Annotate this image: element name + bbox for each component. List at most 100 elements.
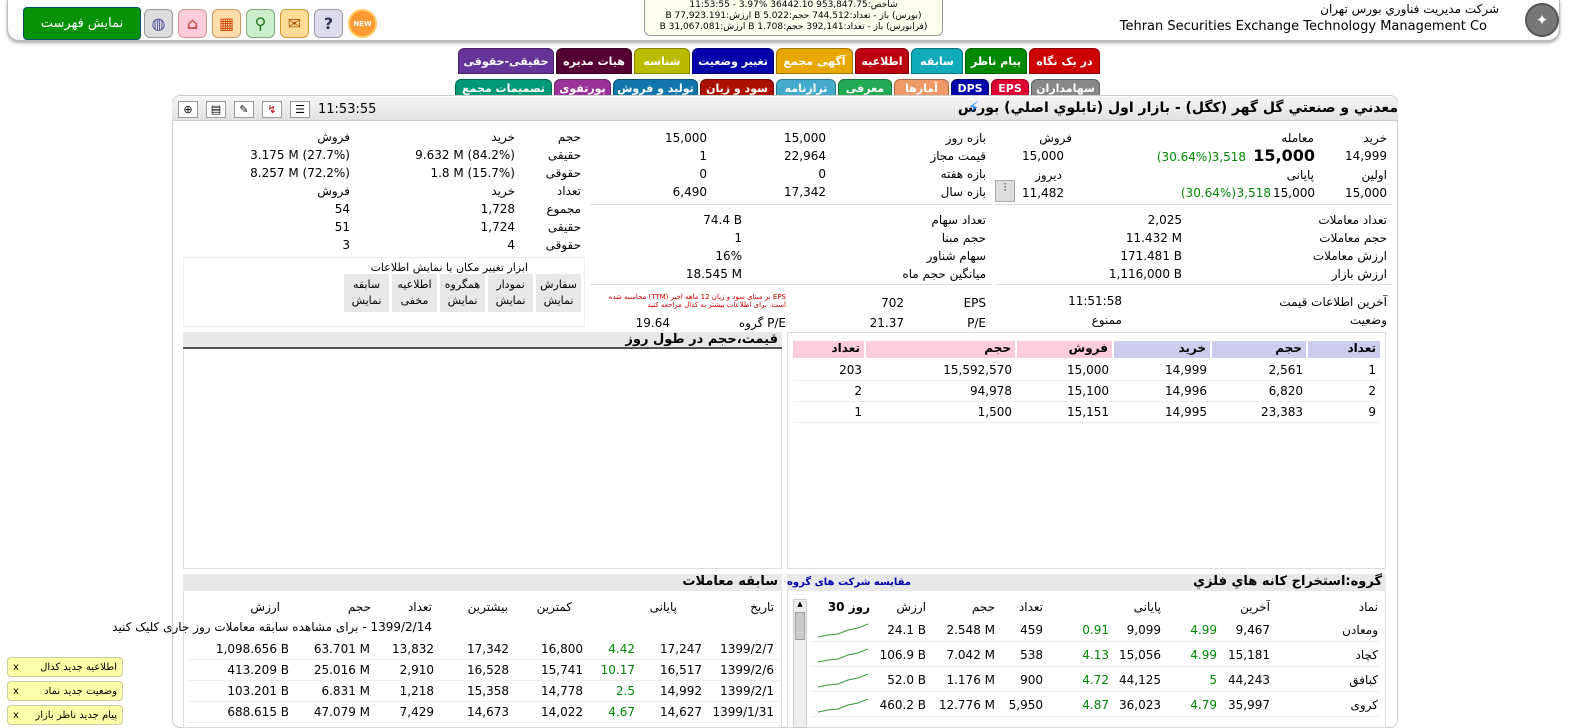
ob-cell: 2 bbox=[854, 384, 862, 398]
hist-cell: 17,342 bbox=[467, 642, 509, 656]
close-icon[interactable]: x bbox=[13, 662, 19, 673]
last-info-time: 11:51:58 bbox=[1068, 294, 1122, 308]
history-header-row: تاریخ پایانی کمترین بیشترین تعداد حجم ار… bbox=[189, 596, 779, 618]
search-icon[interactable]: ⚲ bbox=[246, 9, 275, 38]
label-legal: حقوقی bbox=[545, 166, 581, 180]
company-name-en: Tehran Securities Exchange Technology Ma… bbox=[1119, 19, 1487, 34]
label-base-volume: حجم مبنا bbox=[941, 231, 986, 245]
ob-cell: 1,500 bbox=[977, 405, 1012, 419]
grp-cell[interactable]: کبافق bbox=[1349, 673, 1378, 687]
tab-board[interactable]: هیات مدیره bbox=[556, 48, 632, 74]
ob-cell: 6,820 bbox=[1268, 384, 1303, 398]
history-today-link[interactable]: 1399/2/14 - برای مشاهده سابقه معاملات رو… bbox=[112, 620, 432, 634]
grp-cell: 5 bbox=[1209, 673, 1217, 687]
ob-header-buy-price: خرید bbox=[1114, 341, 1210, 358]
show-list-button[interactable]: نمایش فهرست bbox=[23, 7, 141, 40]
label-first: اولین bbox=[1361, 168, 1387, 182]
document-icon[interactable]: ▤ bbox=[206, 101, 226, 118]
scroll-thumb[interactable] bbox=[795, 612, 805, 640]
hist-h-high: بیشترین bbox=[467, 600, 508, 614]
hist-cell: 413.209 B bbox=[227, 663, 289, 677]
index-line-1: شاخص:953,847.75 36442.10 %3.97 - 11:53:5… bbox=[689, 0, 898, 10]
hist-cell: 1,218 bbox=[399, 684, 434, 698]
float: 16% bbox=[715, 249, 742, 263]
order-row: 9 23,383 14,995 15,151 1,500 1 bbox=[793, 401, 1380, 423]
grp-cell[interactable]: ومعادن bbox=[1342, 623, 1378, 637]
grp-cell[interactable]: کروی bbox=[1350, 698, 1378, 712]
hist-cell: 103.201 B bbox=[227, 684, 289, 698]
ob-cell: 203 bbox=[839, 363, 862, 377]
close-icon[interactable]: x bbox=[13, 710, 19, 721]
hist-cell: 2.5 bbox=[615, 684, 635, 698]
label-float: سهام شناور bbox=[926, 249, 986, 263]
group-row[interactable]: کچاد 15,181 4.99 15,056 4.13 538 7.042 M 106.9 … bbox=[810, 643, 1380, 667]
globe-icon[interactable]: ◍ bbox=[144, 9, 173, 38]
hist-cell: 1399/2/6 bbox=[720, 663, 774, 677]
history-row[interactable]: 1399/2/7 17,247 4.42 16,800 17,342 13,83… bbox=[189, 638, 779, 660]
tool-group-toggle[interactable]: همگروه نمایش bbox=[440, 274, 485, 312]
ob-cell: 14,996 bbox=[1165, 384, 1207, 398]
tool-order-toggle[interactable]: سفارش نمایش bbox=[536, 274, 581, 312]
hist-h-volume: حجم bbox=[347, 600, 371, 614]
group-scrollbar[interactable]: ▲ bbox=[793, 599, 807, 728]
history-title: سابقه معاملات bbox=[183, 574, 782, 591]
message-icon[interactable]: ✉ bbox=[280, 9, 309, 38]
label-last: پایانی bbox=[1286, 168, 1314, 182]
hist-cell: 1399/1/31 bbox=[712, 705, 774, 719]
notif-status[interactable]: وضعیت جدید نماد x bbox=[7, 681, 123, 701]
tab-real-legal[interactable]: حقیقی-حقوقی bbox=[458, 48, 554, 74]
tool-chart-toggle[interactable]: نمودار نمایش bbox=[488, 274, 533, 312]
grp-h-value: ارزش bbox=[896, 600, 926, 614]
tab-supervisor-message[interactable]: پیام ناظر bbox=[965, 48, 1027, 74]
grp-cell: 15,056 bbox=[1119, 648, 1161, 662]
compare-group-link[interactable]: مقایسه شرکت های گروه bbox=[787, 577, 911, 588]
tab-identity[interactable]: شناسه bbox=[634, 48, 690, 74]
tab-history[interactable]: سابقه bbox=[911, 48, 963, 74]
notif-supervisor[interactable]: پیام جدید ناظر بازار x bbox=[7, 705, 123, 725]
history-row[interactable]: 1399/2/6 16,517 10.17 15,741 16,528 2,91… bbox=[189, 659, 779, 681]
chart-icon[interactable]: ↯ bbox=[262, 101, 282, 118]
list-icon[interactable]: ☰ bbox=[290, 101, 310, 118]
grp-cell[interactable]: کچاد bbox=[1356, 648, 1378, 662]
trade-count: 2,025 bbox=[1147, 213, 1182, 227]
settings-sliders-icon[interactable]: ⫶ bbox=[995, 180, 1015, 202]
notif-codal[interactable]: اطلاعیه جدید کدال x bbox=[7, 657, 123, 677]
group-row[interactable]: ومعادن 9,467 4.99 9,099 0.91 459 2.548 M 24.1 B bbox=[810, 618, 1380, 642]
history-row[interactable]: 1399/2/1 14,992 2.5 14,778 15,358 1,218 … bbox=[189, 680, 779, 702]
new-badge-icon[interactable]: NEW bbox=[348, 9, 377, 38]
pe: 21.37 bbox=[869, 316, 904, 330]
tab-at-a-glance[interactable]: در یک نگاه bbox=[1029, 48, 1100, 74]
grp-h-last: آخرین bbox=[1240, 600, 1270, 614]
scroll-up-icon[interactable]: ▲ bbox=[794, 600, 806, 608]
group-row[interactable]: کبافق 44,243 5 44,125 4.72 900 1.176 M 52.0 B bbox=[810, 668, 1380, 692]
help-icon[interactable]: ? bbox=[314, 9, 343, 38]
ob-cell: 2 bbox=[1368, 384, 1376, 398]
group-row[interactable]: کروی 35,997 4.79 36,023 4.87 5,950 12.776 M 460… bbox=[810, 693, 1380, 717]
clock: 11:53:55 bbox=[318, 102, 377, 117]
home-icon[interactable]: ⌂ bbox=[178, 9, 207, 38]
history-row[interactable]: 1399/1/31 14,627 4.67 14,022 14,673 7,42… bbox=[189, 701, 779, 723]
allowed-low: 1 bbox=[699, 149, 707, 163]
edit-icon[interactable]: ✎ bbox=[234, 101, 254, 118]
range-block: بازه روز 15,000 15,000 قیمت مجاز 22,964 … bbox=[590, 123, 992, 205]
grp-cell: 44,125 bbox=[1119, 673, 1161, 687]
last-price: 15,000 bbox=[1273, 186, 1315, 200]
grp-cell: 459 bbox=[1020, 623, 1043, 637]
hist-h-last: پایانی bbox=[649, 600, 677, 614]
notif-label: اطلاعیه جدید کدال bbox=[40, 661, 117, 673]
table-icon[interactable]: ▦ bbox=[212, 9, 241, 38]
add-icon[interactable]: ⊕ bbox=[178, 101, 198, 118]
hist-h-value: ارزش bbox=[250, 600, 280, 614]
top-bar: نمایش فهرست ◍ ⌂ ▦ ⚲ ✉ ? NEW شاخص:953,847… bbox=[7, 0, 1560, 41]
hist-cell: 63.701 M bbox=[313, 642, 370, 656]
tool-history-toggle[interactable]: سابقه نمایش bbox=[344, 274, 389, 312]
tab-announcement[interactable]: اطلاعیه bbox=[855, 48, 909, 74]
header-count: تعداد bbox=[556, 184, 581, 198]
best-sell: 15,000 bbox=[1022, 149, 1064, 163]
tab-assembly-notice[interactable]: آگهی مجمع bbox=[776, 48, 853, 74]
avg-volume: 18.545 M bbox=[685, 267, 742, 281]
tool-announcement-toggle[interactable]: اطلاعیه مخفی bbox=[392, 274, 437, 312]
ob-cell: 15,151 bbox=[1067, 405, 1109, 419]
close-icon[interactable]: x bbox=[13, 686, 19, 697]
tab-status-change[interactable]: تغییر وضعیت bbox=[692, 48, 774, 74]
